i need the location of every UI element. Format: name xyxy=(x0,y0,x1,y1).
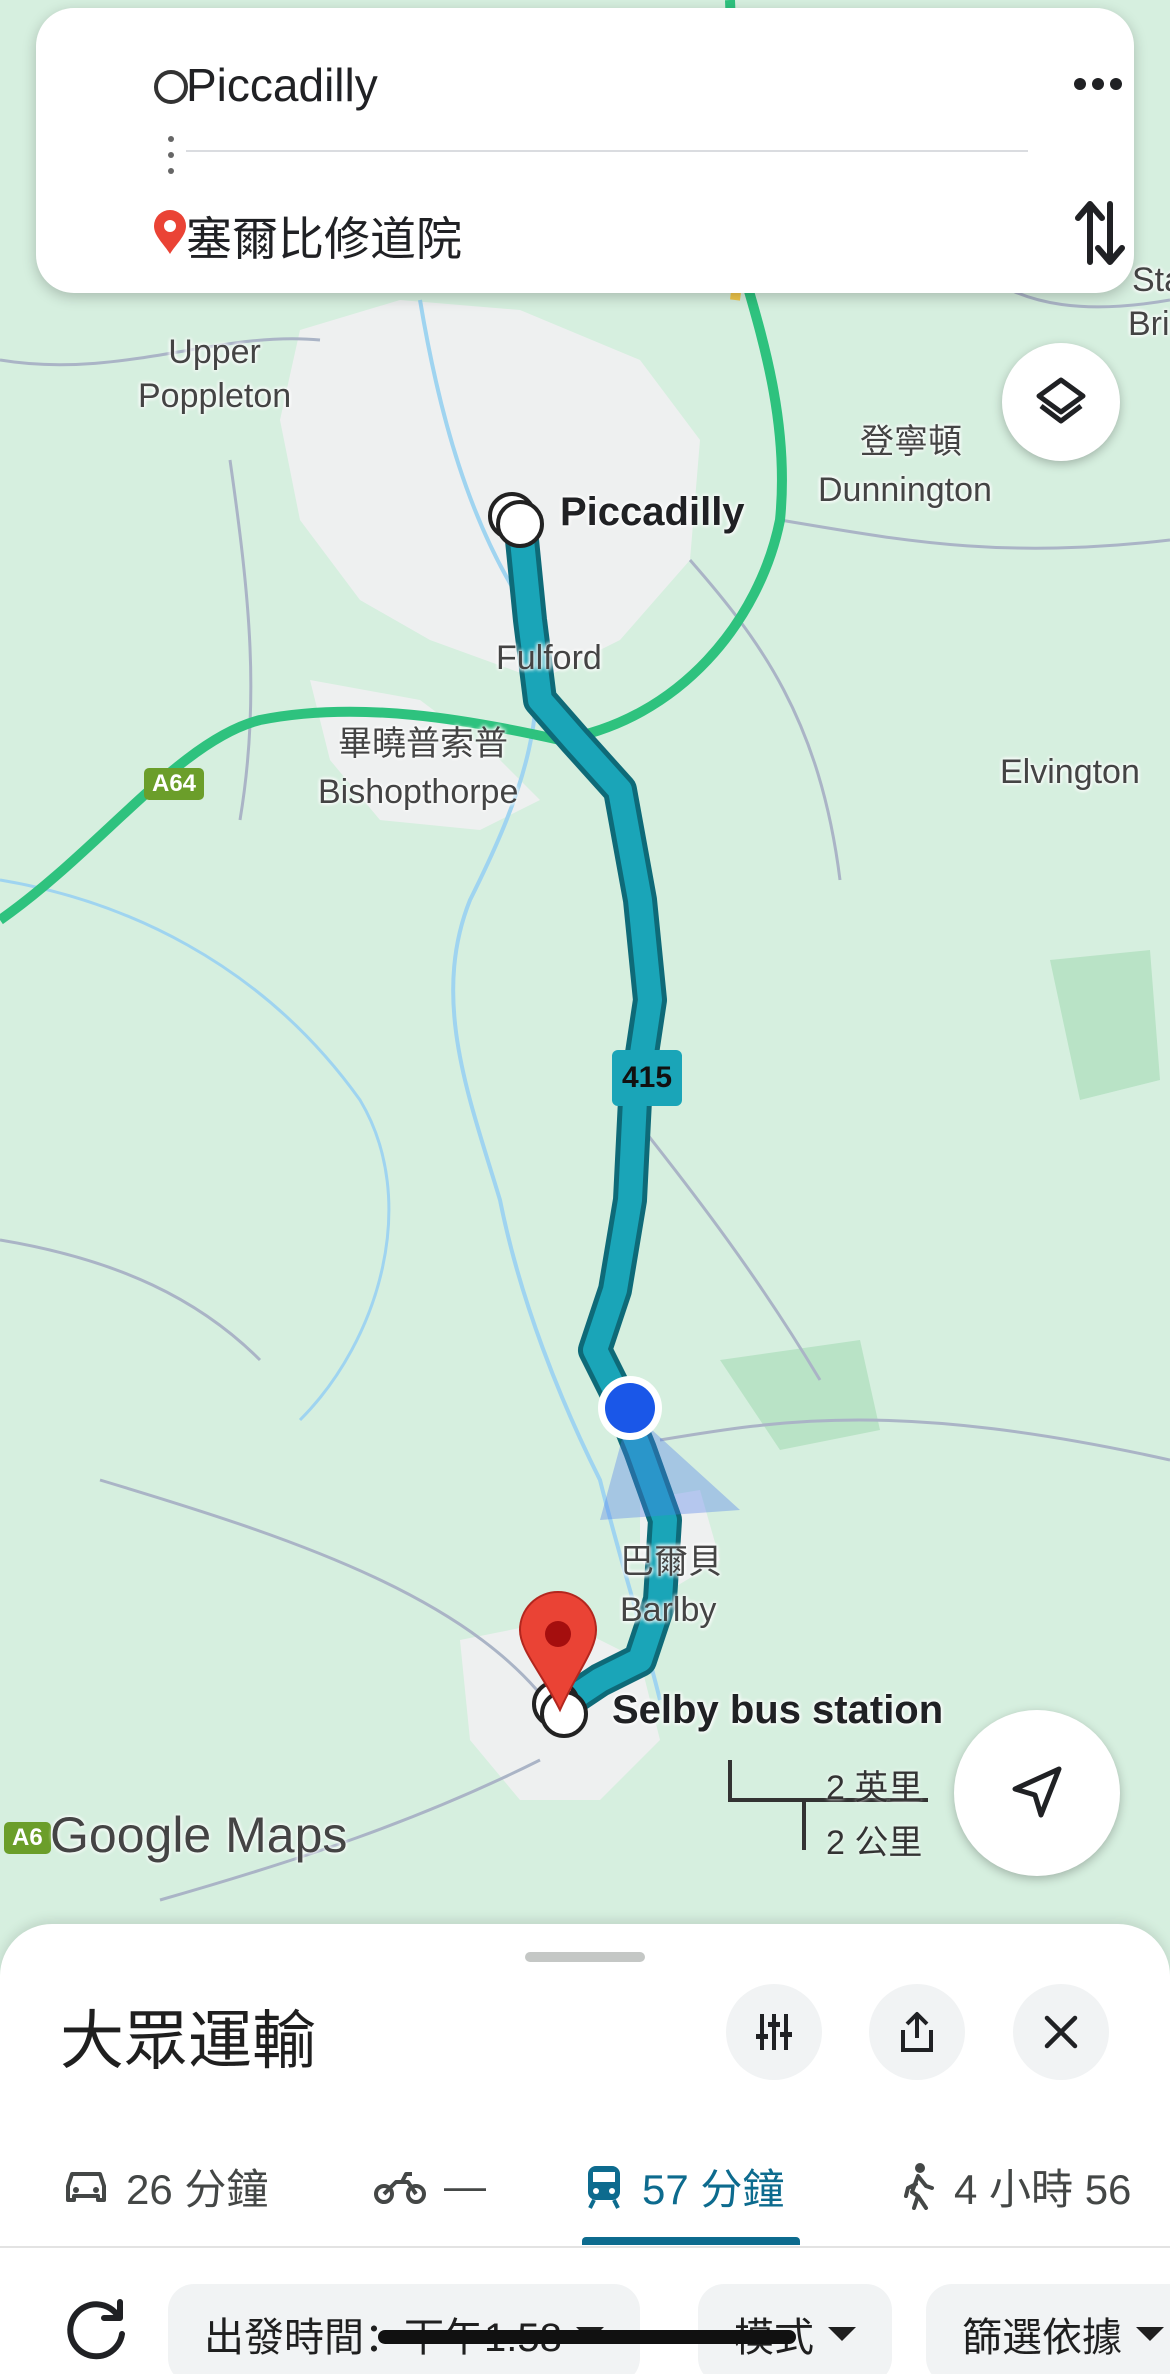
scale-miles: 2 英里 xyxy=(826,1769,923,1807)
depart-time-chip[interactable]: 出發時間：下午1:58 xyxy=(168,2284,640,2374)
close-button[interactable] xyxy=(1013,1984,1109,2080)
share-button[interactable] xyxy=(869,1984,965,2080)
sheet-drag-handle[interactable] xyxy=(525,1952,645,1962)
home-indicator[interactable] xyxy=(378,2330,796,2344)
refresh-icon[interactable] xyxy=(60,2294,132,2366)
directions-search-card: Piccadilly 塞爾比修道院 xyxy=(36,8,1134,293)
transit-icon xyxy=(588,2166,620,2209)
origin-circle-icon xyxy=(154,70,188,104)
tab-transit-label: 57 分鐘 xyxy=(642,2165,785,2213)
tab-walking[interactable]: 4 小時 56 xyxy=(898,2142,1131,2230)
tab-motorcycle[interactable]: — xyxy=(372,2142,486,2230)
destination-input[interactable]: 塞爾比修道院 xyxy=(186,203,462,269)
filter-chip-label: 篩選依據 xyxy=(962,2316,1122,2360)
motorcycle-icon xyxy=(374,2172,426,2204)
mode-chip[interactable]: 模式 xyxy=(698,2284,892,2374)
map-label-barlby: Barlby xyxy=(620,1591,717,1629)
travel-mode-tabs: 26 分鐘 — 57 分鐘 4 小時 56 xyxy=(0,2142,1170,2246)
map-label-dunnington: Dunnington xyxy=(818,471,992,509)
origin-input[interactable]: Piccadilly xyxy=(186,58,378,112)
tabs-divider xyxy=(0,2246,1170,2248)
tab-driving-label: 26 分鐘 xyxy=(126,2165,269,2213)
car-icon xyxy=(66,2172,106,2202)
close-icon xyxy=(1044,2015,1078,2049)
chevron-down-icon xyxy=(828,2327,856,2341)
tune-icon xyxy=(756,2014,792,2050)
map-label-elvington: Elvington xyxy=(1000,753,1140,791)
options-button[interactable] xyxy=(726,1984,822,2080)
layers-button[interactable] xyxy=(1002,343,1120,461)
map-label-fulford: Fulford xyxy=(496,639,602,677)
my-location-button[interactable] xyxy=(954,1710,1120,1876)
share-icon xyxy=(901,2012,933,2052)
filter-chip[interactable]: 篩選依據 xyxy=(926,2284,1170,2374)
route-dots-icon xyxy=(168,136,174,176)
map-label-stan: Stan xyxy=(1132,261,1170,299)
tab-transit[interactable]: 57 分鐘 xyxy=(582,2142,784,2230)
road-shield-a64: A64 xyxy=(144,768,205,800)
tab-motorcycle-label: — xyxy=(444,2162,486,2209)
swap-vertical-icon[interactable] xyxy=(1072,198,1128,268)
sheet-title: 大眾運輸 xyxy=(60,2005,316,2077)
navigation-arrow-icon xyxy=(1012,1766,1062,1818)
tab-driving[interactable]: 26 分鐘 xyxy=(62,2142,268,2230)
destination-pin-icon xyxy=(154,210,186,254)
map-label-bishopthorpe-cn: 畢曉普索普 xyxy=(338,725,508,763)
map-label-bri: Bri xyxy=(1128,305,1170,343)
walk-icon xyxy=(904,2163,934,2210)
transit-controls-row: 出發時間：下午1:58 模式 篩選依據 xyxy=(0,2284,1170,2374)
origin-stop-label[interactable]: Piccadilly xyxy=(560,490,745,535)
more-horizontal-icon[interactable] xyxy=(1068,64,1128,104)
map-label-barlby-cn: 巴爾貝 xyxy=(620,1543,722,1581)
scale-km: 2 公里 xyxy=(826,1824,923,1862)
active-tab-indicator xyxy=(582,2237,800,2245)
google-maps-logo: Google Maps xyxy=(50,1807,348,1863)
layers-icon xyxy=(1036,377,1086,424)
search-divider xyxy=(186,150,1028,152)
route-number-badge[interactable]: 415 xyxy=(612,1050,682,1106)
map-label-bishopthorpe: Bishopthorpe xyxy=(318,773,519,811)
chevron-down-icon xyxy=(1136,2327,1164,2341)
map-label-dunnington-cn: 登寧頓 xyxy=(860,423,962,461)
tab-walking-label: 4 小時 56 xyxy=(954,2165,1132,2213)
destination-stop-label[interactable]: Selby bus station xyxy=(612,1688,943,1733)
road-shield-a6: A6 xyxy=(4,1822,51,1854)
map-label-upper-poppleton: Upper Poppleton xyxy=(138,333,292,416)
